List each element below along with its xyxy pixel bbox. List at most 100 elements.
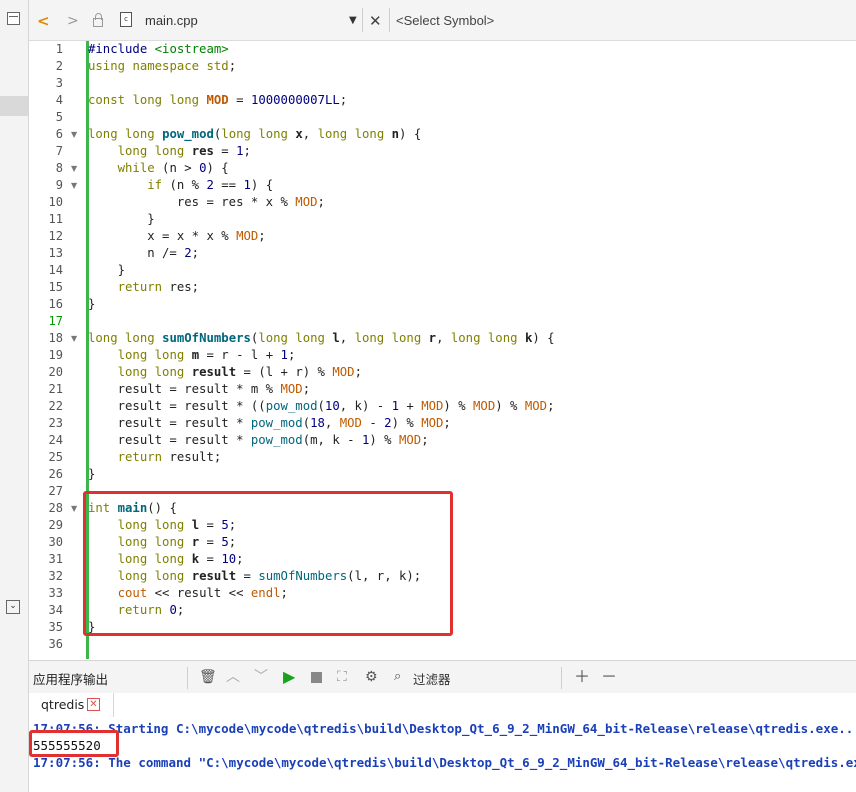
line-number: 14 <box>48 263 63 277</box>
line-number: 5 <box>55 110 63 124</box>
close-tab-icon[interactable]: ✕ <box>87 698 100 711</box>
toolbar-divider <box>362 8 363 32</box>
line-number: 13 <box>48 246 63 260</box>
code-line[interactable]: long long result = (l + r) % MOD; <box>88 364 362 381</box>
line-number: 1 <box>55 42 63 56</box>
code-line[interactable]: result = result * pow_mod(m, k - 1) % MO… <box>88 432 429 449</box>
close-icon[interactable]: ✕ <box>369 11 382 31</box>
application-output[interactable]: 17:07:56: Starting C:\mycode\mycode\qtre… <box>29 720 856 792</box>
sidebar-selected-row[interactable] <box>0 96 28 116</box>
current-line-number: 17 <box>48 314 63 328</box>
line-number: 22 <box>48 399 63 413</box>
line-number: 34 <box>48 603 63 617</box>
code-line[interactable]: const long long MOD = 1000000007LL; <box>88 92 347 109</box>
output-tab-row: qtredis ✕ <box>29 693 856 719</box>
output-line-finished: 17:07:56: The command "C:\mycode\mycode\… <box>33 755 856 770</box>
line-number: 20 <box>48 365 63 379</box>
code-editor[interactable]: 1 2 3 4 5 6 7 8 9 10 11 12 13 14 15 16 1… <box>29 41 856 659</box>
output-line-starting: 17:07:56: Starting C:\mycode\mycode\qtre… <box>33 721 856 736</box>
fold-arrow-icon[interactable]: ▼ <box>71 160 81 177</box>
collapse-icon[interactable]: ⌄ <box>6 600 20 614</box>
stop-icon[interactable] <box>311 672 322 683</box>
file-name[interactable]: main.cpp <box>145 11 198 31</box>
fold-arrow-icon[interactable]: ▼ <box>71 330 81 347</box>
line-number-gutter: 1 2 3 4 5 6 7 8 9 10 11 12 13 14 15 16 1… <box>29 41 63 659</box>
line-number: 6 <box>55 127 63 141</box>
line-number: 24 <box>48 433 63 447</box>
fold-arrow-icon[interactable]: ▼ <box>71 500 81 517</box>
line-number: 7 <box>55 144 63 158</box>
code-line[interactable]: } <box>88 262 125 279</box>
tab-label: qtredis <box>41 697 85 712</box>
code-line[interactable]: long long pow_mod(long long x, long long… <box>88 126 421 143</box>
line-number: 10 <box>48 195 63 209</box>
code-line[interactable]: return result; <box>88 449 222 466</box>
sidebar-toggle-icon[interactable] <box>7 12 20 25</box>
code-line[interactable]: result = result * ((pow_mod(10, k) - 1 +… <box>88 398 555 415</box>
code-line[interactable]: res = res * x % MOD; <box>88 194 325 211</box>
gear-icon[interactable]: ⚙ <box>365 667 378 687</box>
plus-icon[interactable]: ＋ <box>574 667 590 687</box>
line-number: 12 <box>48 229 63 243</box>
back-arrow-icon[interactable]: < <box>37 11 50 31</box>
minus-icon[interactable]: － <box>601 667 617 687</box>
code-line[interactable]: if (n % 2 == 1) { <box>88 177 273 194</box>
line-number: 32 <box>48 569 63 583</box>
fold-arrow-icon[interactable]: ▼ <box>71 177 81 194</box>
code-line[interactable]: using namespace std; <box>88 58 236 75</box>
code-line[interactable]: long long m = r - l + 1; <box>88 347 296 364</box>
editor-toolbar: < > c main.cpp ▼ ✕ <Select Symbol> <box>29 0 856 41</box>
panel-divider <box>561 667 562 689</box>
tab-qtredis[interactable]: qtredis ✕ <box>29 693 114 717</box>
line-number: 21 <box>48 382 63 396</box>
search-icon: ⌕ <box>394 669 402 684</box>
symbol-select[interactable]: <Select Symbol> <box>396 11 494 31</box>
chevron-down-icon[interactable]: ﹀ <box>254 667 268 687</box>
line-number: 3 <box>55 76 63 90</box>
code-line[interactable]: x = x * x % MOD; <box>88 228 265 245</box>
code-line[interactable]: result = result * pow_mod(18, MOD - 2) %… <box>88 415 451 432</box>
code-line[interactable]: } <box>88 296 95 313</box>
code-line[interactable]: } <box>88 466 95 483</box>
code-line[interactable]: long long res = 1; <box>88 143 251 160</box>
line-number: 29 <box>48 518 63 532</box>
panel-title[interactable]: 应用程序输出 <box>33 669 108 688</box>
left-sidebar: ⌄ <box>0 0 29 792</box>
chevron-up-icon[interactable]: ︿ <box>226 667 240 687</box>
line-number: 2 <box>55 59 63 73</box>
code-line[interactable]: while (n > 0) { <box>88 160 229 177</box>
line-number: 35 <box>48 620 63 634</box>
code-line[interactable]: return res; <box>88 279 199 296</box>
forward-arrow-icon[interactable]: > <box>67 11 79 31</box>
panel-divider <box>187 667 188 689</box>
line-number: 31 <box>48 552 63 566</box>
fold-arrow-icon[interactable]: ▼ <box>71 126 81 143</box>
line-number: 36 <box>48 637 63 651</box>
code-line[interactable]: n /= 2; <box>88 245 199 262</box>
line-number: 25 <box>48 450 63 464</box>
line-number: 33 <box>48 586 63 600</box>
line-number: 4 <box>55 93 63 107</box>
run-icon[interactable]: ▶ <box>283 667 295 687</box>
line-number: 8 <box>55 161 63 175</box>
line-number: 11 <box>48 212 63 226</box>
cpp-file-icon: c <box>120 12 132 27</box>
toolbar-divider <box>389 8 390 32</box>
code-line[interactable]: result = result * m % MOD; <box>88 381 311 398</box>
line-number: 16 <box>48 297 63 311</box>
lock-icon[interactable] <box>93 13 103 27</box>
file-dropdown-icon[interactable]: ▼ <box>349 11 357 31</box>
filter-input[interactable]: 过滤器 <box>413 669 451 688</box>
line-number: 28 <box>48 501 63 515</box>
code-line[interactable]: long long sumOfNumbers(long long l, long… <box>88 330 555 347</box>
code-line[interactable]: #include <iostream> <box>88 41 229 58</box>
line-number: 19 <box>48 348 63 362</box>
debug-icon[interactable]: ⛶ <box>337 667 347 687</box>
result-highlight-box <box>29 730 119 757</box>
main-function-highlight-box <box>83 491 453 636</box>
trash-icon[interactable]: 🗑 <box>199 667 217 687</box>
line-number: 23 <box>48 416 63 430</box>
line-number: 27 <box>48 484 63 498</box>
code-line[interactable]: } <box>88 211 154 228</box>
line-number: 30 <box>48 535 63 549</box>
